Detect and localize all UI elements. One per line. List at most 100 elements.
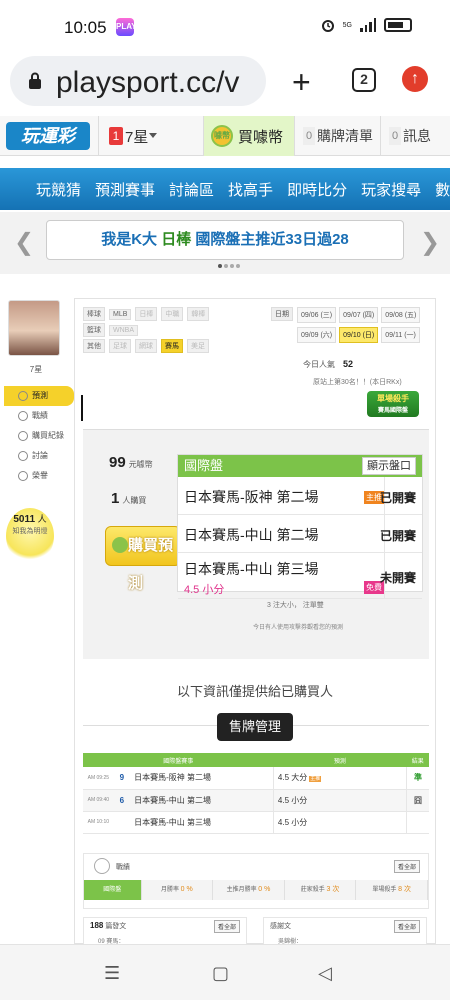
bottom-boxes: 188 篇發文 看全部 09 賽馬： 感謝文 看全部 吳錦樹：: [83, 917, 429, 945]
nav-item-experts[interactable]: 找高手: [228, 179, 273, 200]
record-stat-value: 0 %: [258, 886, 271, 893]
filter-row-basketball: 籃球 WNBA: [83, 323, 138, 337]
attack-notice: 今日有人使用攻擊券觀看您的預測: [253, 625, 344, 631]
record-box: 戰績 看全部 國際盤 月勝率 0 % 主推月勝率 0 % 莊家殺手 3 次 單場…: [83, 853, 429, 909]
banner[interactable]: 我是K大 日棒 國際盤主推近33日過28: [46, 220, 404, 260]
buy-coin-button[interactable]: 噱幣 買噱幣: [203, 116, 294, 156]
back-icon[interactable]: ◁: [318, 963, 332, 984]
site-logo[interactable]: 玩運彩: [6, 122, 90, 150]
nav-item-player-search[interactable]: 玩家搜尋: [361, 179, 421, 200]
record-stat[interactable]: 主推月勝率 0 %: [213, 880, 285, 900]
date-option-active[interactable]: 09/10 (日): [339, 327, 379, 343]
cart-count: 0: [303, 127, 315, 145]
main-nav: 玩競猜 預測賽事 討論區 找高手 即時比分 玩家搜尋 數據: [0, 168, 450, 210]
chat-icon: [18, 411, 28, 421]
filter-league[interactable]: 日棒: [135, 307, 158, 321]
tabs-icon[interactable]: 2: [352, 68, 376, 92]
price: 99 元噱幣: [109, 454, 153, 471]
nav-item-play[interactable]: 玩競猜: [36, 179, 81, 200]
game-status: 已開賽: [379, 491, 416, 505]
record-view-all-button[interactable]: 看全部: [393, 860, 420, 873]
today-popularity: 今日人氣 52: [303, 359, 353, 370]
home-icon[interactable]: ▢: [212, 963, 229, 984]
sales-management-button[interactable]: 售牌管理: [217, 713, 293, 741]
update-icon[interactable]: ↑: [402, 66, 428, 92]
menu-icon[interactable]: ☰: [104, 963, 120, 984]
killer-badge: 單場殺手 賽馬國際盤: [367, 391, 419, 417]
chevron-left-icon[interactable]: ❮: [14, 228, 34, 257]
posts-label: 篇發文: [105, 923, 127, 930]
filter-league[interactable]: 足球: [109, 339, 131, 353]
profile-menu-label: 購買紀錄: [32, 431, 64, 440]
nav-item-livescore[interactable]: 即時比分: [287, 179, 347, 200]
record-stat-label: 單場殺手: [372, 887, 397, 893]
filter-league[interactable]: 美足: [187, 339, 209, 353]
date-selector: 09/06 (三) 09/07 (四) 09/08 (五) 09/09 (六) …: [297, 307, 431, 343]
record-icon: [94, 858, 110, 874]
table-header: 國際盤賽事: [83, 753, 274, 767]
nav-item-data[interactable]: 數據: [435, 179, 450, 200]
profile-menu-record[interactable]: 戰績: [4, 406, 74, 426]
filter-league[interactable]: WNBA: [109, 324, 138, 336]
filter-league[interactable]: 網球: [135, 339, 157, 353]
posts-view-all-button[interactable]: 看全部: [213, 920, 240, 933]
profile-menu-purchase[interactable]: 購買紀錄: [4, 426, 74, 446]
row-game: 日本賽馬-中山 第二場: [130, 789, 274, 812]
filter-league[interactable]: 韓棒: [187, 307, 210, 321]
profile-menu-honor[interactable]: 榮譽: [4, 466, 74, 486]
url-text: playsport.cc/v: [56, 66, 240, 99]
profile-menu-label: 榮譽: [32, 471, 48, 480]
messages-count: 0: [389, 127, 401, 145]
status-icons: 5G: [321, 18, 412, 32]
date-option[interactable]: 09/09 (六): [297, 327, 337, 343]
messages-link[interactable]: 0 訊息: [380, 116, 450, 156]
buy-prediction-button[interactable]: 購買預測: [105, 526, 181, 592]
carousel-dots: [218, 264, 240, 268]
nav-item-forum[interactable]: 討論區: [169, 179, 214, 200]
nav-item-predict[interactable]: 預測賽事: [95, 179, 155, 200]
table-row: AM 09:40 6 日本賽馬-中山 第二場 4.5 小分 囧: [83, 789, 429, 812]
record-stat[interactable]: 國際盤: [84, 880, 142, 900]
level-number: 1: [109, 127, 123, 145]
date-option[interactable]: 09/08 (五): [381, 307, 421, 323]
record-stats: 國際盤 月勝率 0 % 主推月勝率 0 % 莊家殺手 3 次 單場殺手 8 次: [84, 880, 428, 900]
cart-link[interactable]: 0 購牌清單: [294, 116, 380, 156]
date-option[interactable]: 09/07 (四): [339, 307, 379, 323]
record-stat[interactable]: 單場殺手 8 次: [356, 880, 428, 900]
record-stat[interactable]: 莊家殺手 3 次: [285, 880, 357, 900]
date-option[interactable]: 09/11 (一): [381, 327, 420, 343]
purchase-box: 99 元噱幣 1 人購買 購買預測 國際盤 顯示盤口 日本賽馬-阪神 第二場 主推 …: [83, 429, 429, 659]
game-row: 日本賽馬-中山 第三場 4.5 小分 免費 未開賽: [178, 553, 422, 599]
status-bar: 10:05 PLAY 5G: [0, 0, 450, 56]
chevron-right-icon[interactable]: ❯: [420, 228, 440, 257]
profile-name: 7星: [29, 365, 43, 374]
show-odds-button[interactable]: 顯示盤口: [362, 457, 416, 475]
posts-title: 188 篇發文: [90, 921, 126, 931]
banner-league: 日棒: [161, 231, 192, 248]
thanks-view-all-button[interactable]: 看全部: [393, 920, 420, 933]
record-stat-label: 國際盤: [103, 887, 122, 893]
trophy-icon: [18, 471, 28, 481]
buy-prediction-label: 購買預測: [128, 537, 174, 592]
record-stat[interactable]: 月勝率 0 %: [142, 880, 214, 900]
filter-league[interactable]: 中職: [161, 307, 184, 321]
plus-icon[interactable]: +: [292, 64, 311, 101]
profile-menu-discuss[interactable]: 討論: [4, 446, 74, 466]
avatar[interactable]: [8, 300, 60, 356]
filter-league-active[interactable]: 賽馬: [161, 339, 183, 353]
date-option[interactable]: 09/06 (三): [297, 307, 337, 323]
row-time: AM 10:10: [83, 811, 114, 834]
address-bar[interactable]: playsport.cc/v: [10, 56, 266, 106]
buyers-value: 1: [111, 490, 120, 507]
filter-category: 棒球: [83, 307, 105, 321]
price-unit: 元噱幣: [128, 460, 153, 469]
signal-icon: [360, 18, 376, 32]
game-name: 日本賽馬-中山 第三場: [184, 561, 319, 577]
filter-league[interactable]: MLB: [109, 308, 132, 320]
table-header: 預測: [273, 753, 407, 767]
system-nav-bar: ☰ ▢ ◁: [0, 944, 450, 1000]
level-dropdown[interactable]: 1 7星: [98, 116, 202, 156]
bulb-count-value: 5011: [13, 514, 36, 525]
profile-menu-predict[interactable]: 預測: [4, 386, 74, 406]
chevron-down-icon: [149, 133, 157, 138]
